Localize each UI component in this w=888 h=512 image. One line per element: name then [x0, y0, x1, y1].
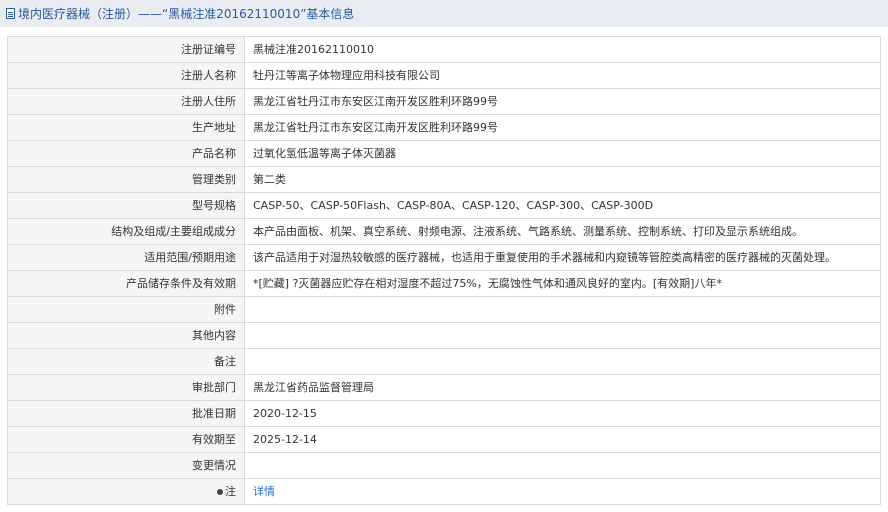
row-label: 管理类别	[7, 166, 245, 193]
row-value: CASP-50、CASP-50Flash、CASP-80A、CASP-120、C…	[244, 192, 881, 219]
row-value: 黑龙江省牡丹江市东安区江南开发区胜利环路99号	[244, 88, 881, 115]
row-value: 黑龙江省药品监督管理局	[244, 374, 881, 401]
row-value	[244, 322, 881, 349]
row-label: 备注	[7, 348, 245, 375]
page-title: 境内医疗器械（注册）——“黑械注准20162110010”基本信息	[18, 7, 355, 21]
device-info-table: 注册证编号 黑械注准20162110010 注册人名称 牡丹江等离子体物理应用科…	[7, 36, 881, 505]
row-label: 注册人名称	[7, 62, 245, 89]
row-value: 2020-12-15	[244, 400, 881, 427]
row-value: 黑械注准20162110010	[244, 36, 881, 63]
row-value: 本产品由面板、机架、真空系统、射频电源、注液系统、气路系统、测量系统、控制系统、…	[244, 218, 881, 245]
table-row: 变更情况	[7, 452, 881, 479]
details-link[interactable]: 详情	[253, 485, 275, 498]
table-row: 型号规格 CASP-50、CASP-50Flash、CASP-80A、CASP-…	[7, 192, 881, 219]
table-row: 其他内容	[7, 322, 881, 349]
row-label: 其他内容	[7, 322, 245, 349]
document-icon	[6, 8, 15, 19]
row-value: *[贮藏] ?灭菌器应贮存在相对湿度不超过75%，无腐蚀性气体和通风良好的室内。…	[244, 270, 881, 297]
table-row: 注册证编号 黑械注准20162110010	[7, 36, 881, 63]
row-value: 过氧化氢低温等离子体灭菌器	[244, 140, 881, 167]
table-row: 备注	[7, 348, 881, 375]
note-value-cell: 详情	[244, 478, 881, 505]
table-row-note: 注 详情	[7, 478, 881, 505]
row-label: 批准日期	[7, 400, 245, 427]
row-label: 型号规格	[7, 192, 245, 219]
bullet-icon	[217, 489, 223, 495]
table-row: 附件	[7, 296, 881, 323]
row-value: 黑龙江省牡丹江市东安区江南开发区胜利环路99号	[244, 114, 881, 141]
table-row: 管理类别 第二类	[7, 166, 881, 193]
row-label: 适用范围/预期用途	[7, 244, 245, 271]
row-value	[244, 348, 881, 375]
table-row: 结构及组成/主要组成成分 本产品由面板、机架、真空系统、射频电源、注液系统、气路…	[7, 218, 881, 245]
row-label: 注册人住所	[7, 88, 245, 115]
row-value: 第二类	[244, 166, 881, 193]
table-row: 批准日期 2020-12-15	[7, 400, 881, 427]
row-value	[244, 296, 881, 323]
page-title-bar: 境内医疗器械（注册）——“黑械注准20162110010”基本信息	[0, 0, 888, 27]
table-row: 注册人名称 牡丹江等离子体物理应用科技有限公司	[7, 62, 881, 89]
row-label: 结构及组成/主要组成成分	[7, 218, 245, 245]
note-label-cell: 注	[7, 478, 245, 505]
row-label: 有效期至	[7, 426, 245, 453]
row-value: 牡丹江等离子体物理应用科技有限公司	[244, 62, 881, 89]
row-value	[244, 452, 881, 479]
table-row: 审批部门 黑龙江省药品监督管理局	[7, 374, 881, 401]
row-label: 审批部门	[7, 374, 245, 401]
table-row: 适用范围/预期用途 该产品适用于对湿热较敏感的医疗器械，也适用于重复使用的手术器…	[7, 244, 881, 271]
table-row: 注册人住所 黑龙江省牡丹江市东安区江南开发区胜利环路99号	[7, 88, 881, 115]
row-label: 生产地址	[7, 114, 245, 141]
row-value: 2025-12-14	[244, 426, 881, 453]
row-label: 产品名称	[7, 140, 245, 167]
table-row: 有效期至 2025-12-14	[7, 426, 881, 453]
row-value: 该产品适用于对湿热较敏感的医疗器械，也适用于重复使用的手术器械和内窥镜等管腔类高…	[244, 244, 881, 271]
table-row: 产品名称 过氧化氢低温等离子体灭菌器	[7, 140, 881, 167]
row-label: 产品储存条件及有效期	[7, 270, 245, 297]
row-label: 附件	[7, 296, 245, 323]
row-label: 变更情况	[7, 452, 245, 479]
table-row: 产品储存条件及有效期 *[贮藏] ?灭菌器应贮存在相对湿度不超过75%，无腐蚀性…	[7, 270, 881, 297]
row-label: 注册证编号	[7, 36, 245, 63]
table-row: 生产地址 黑龙江省牡丹江市东安区江南开发区胜利环路99号	[7, 114, 881, 141]
note-label: 注	[225, 485, 236, 498]
